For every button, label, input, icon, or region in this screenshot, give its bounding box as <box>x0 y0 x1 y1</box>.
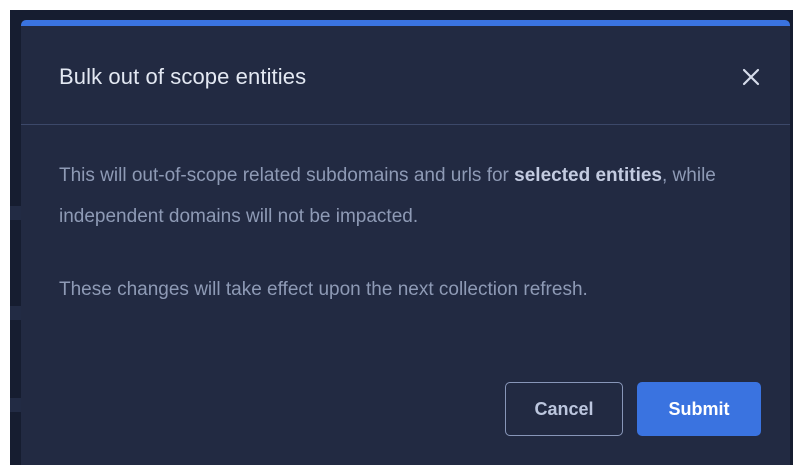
cancel-button[interactable]: Cancel <box>505 382 623 436</box>
close-button[interactable] <box>736 62 766 92</box>
dialog-title: Bulk out of scope entities <box>59 64 307 89</box>
dialog-note: These changes will take effect upon the … <box>59 279 588 300</box>
bulk-out-of-scope-dialog: Bulk out of scope entities This will out… <box>21 20 790 465</box>
dialog-body: This will out-of-scope related subdomain… <box>21 125 790 310</box>
dialog-footer: Cancel Submit <box>505 382 761 436</box>
submit-button[interactable]: Submit <box>637 382 761 436</box>
message-text: This will out-of-scope related subdomain… <box>59 165 515 186</box>
close-icon <box>742 68 760 86</box>
message-emphasis: selected entities <box>514 165 662 186</box>
dialog-message: This will out-of-scope related subdomain… <box>59 155 752 237</box>
modal-backdrop: Bulk out of scope entities This will out… <box>10 10 793 465</box>
dialog-header: Bulk out of scope entities <box>21 26 790 125</box>
